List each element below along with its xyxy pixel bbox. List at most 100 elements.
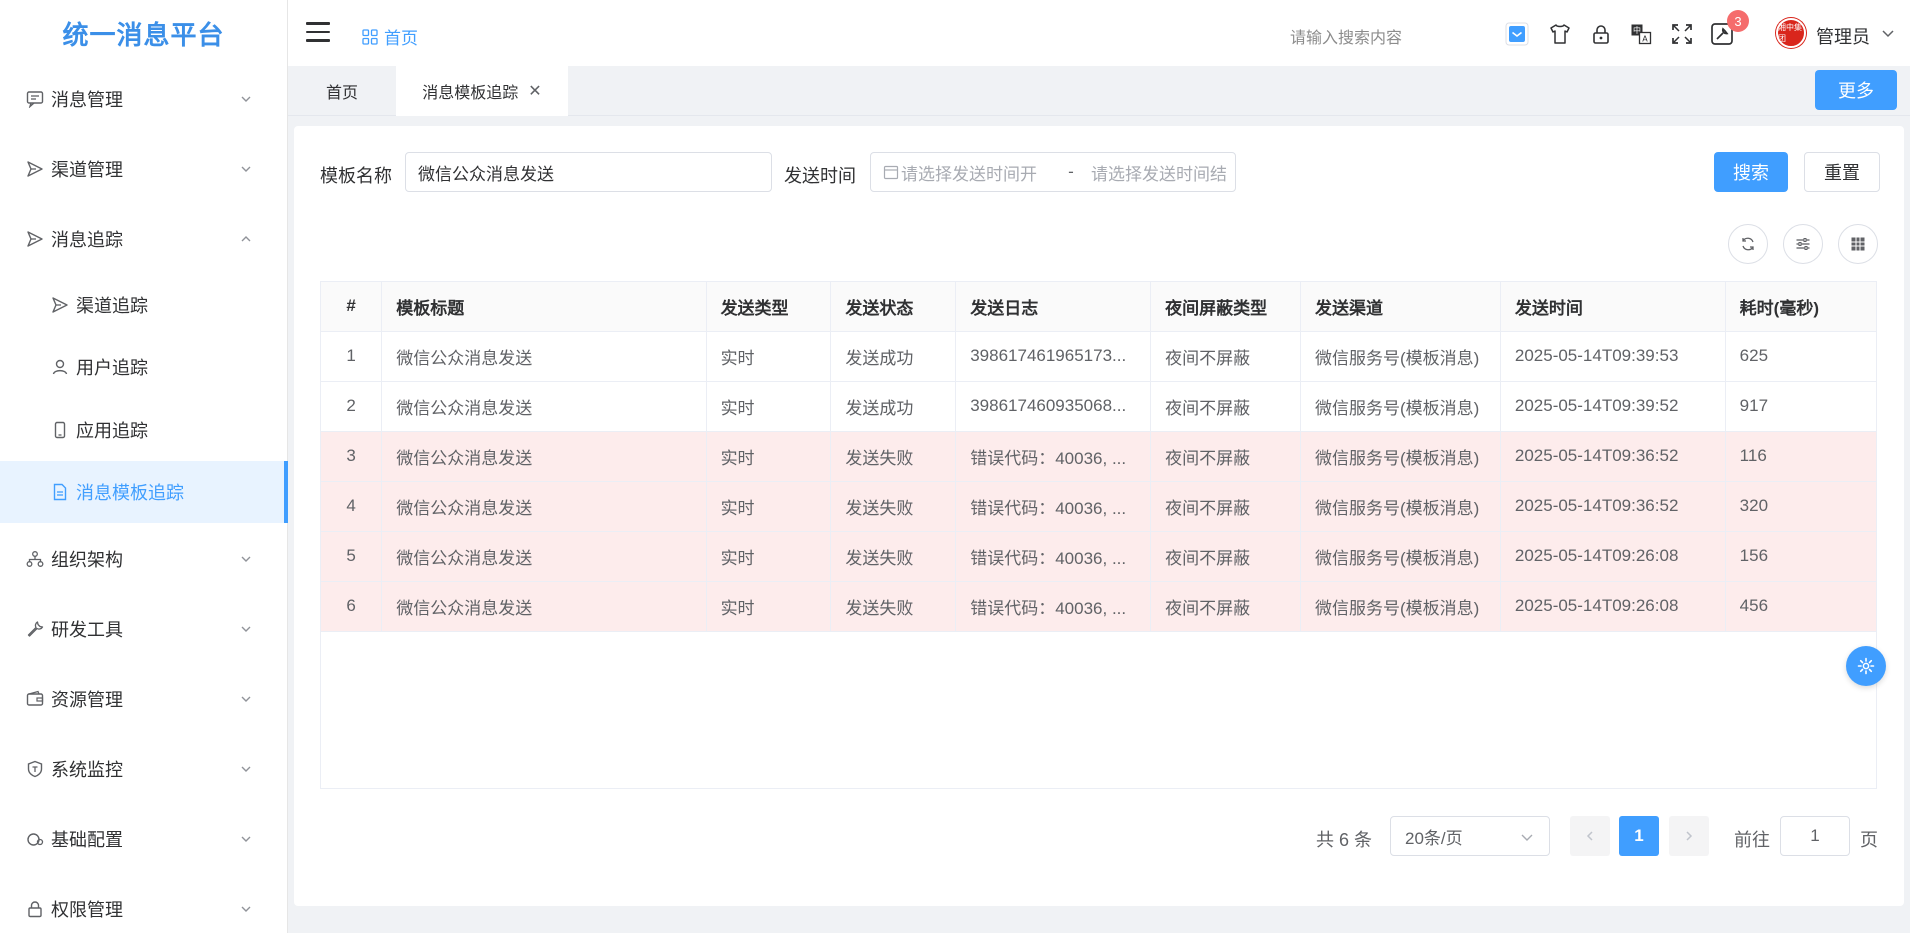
goto-label: 前往 <box>1734 830 1770 850</box>
table-row-failed[interactable]: 4 微信公众消息发送 实时 发送失败 错误代码：40036, ... 夜间不屏蔽… <box>321 481 1876 532</box>
lock-icon <box>25 899 45 919</box>
table-row-failed[interactable]: 6 微信公众消息发送 实时 发送失败 错误代码：40036, ... 夜间不屏蔽… <box>321 581 1876 632</box>
chevron-up-icon <box>241 236 251 242</box>
cell-type: 实时 <box>706 531 832 582</box>
send-time-range-picker[interactable]: 请选择发送时间开 - 请选择发送时间结 <box>870 152 1236 192</box>
cell-log: 错误代码：40036, ... <box>955 531 1152 582</box>
menu-item-label: 渠道追踪 <box>76 296 148 316</box>
cell-log: 错误代码：40036, ... <box>955 431 1152 482</box>
notification-badge: 3 <box>1727 10 1749 32</box>
document-icon <box>50 482 70 502</box>
cell-title: 微信公众消息发送 <box>381 331 707 382</box>
header-search-input[interactable]: 请输入搜索内容 <box>1290 24 1402 48</box>
menu-item-message-management[interactable]: 消息管理 <box>0 68 288 130</box>
close-icon[interactable]: ✕ <box>528 81 541 101</box>
cell-time: 2025-05-14T09:26:08 <box>1500 581 1726 632</box>
send-icon <box>25 229 45 249</box>
cell-type: 实时 <box>706 481 832 532</box>
cell-cost: 116 <box>1725 431 1876 482</box>
table-row-failed[interactable]: 5 微信公众消息发送 实时 发送失败 错误代码：40036, ... 夜间不屏蔽… <box>321 531 1876 582</box>
menu-item-user-tracking[interactable]: 用户追踪 <box>0 336 288 398</box>
more-button[interactable]: 更多 <box>1815 70 1897 110</box>
chevron-down-icon <box>241 906 251 912</box>
cell-cost: 456 <box>1725 581 1876 632</box>
pagination-total: 共 6 条 <box>1316 830 1373 850</box>
cell-night: 夜间不屏蔽 <box>1150 481 1301 532</box>
cell-cost: 320 <box>1725 481 1876 532</box>
column-header: 发送时间 <box>1500 282 1726 332</box>
tab-home[interactable]: 首页 <box>288 66 396 116</box>
search-button[interactable]: 搜索 <box>1714 152 1788 192</box>
language-icon[interactable]: 中A <box>1629 22 1653 46</box>
range-separator: - <box>1068 162 1074 181</box>
page-suffix-label: 页 <box>1860 830 1878 850</box>
menu-item-channel-tracking[interactable]: 渠道追踪 <box>0 274 288 336</box>
chevron-down-icon <box>241 626 251 632</box>
column-header: 发送渠道 <box>1300 282 1501 332</box>
columns-grid-icon[interactable] <box>1838 224 1878 264</box>
chevron-down-icon[interactable] <box>1880 25 1896 41</box>
breadcrumb-home-label: 首页 <box>384 29 418 48</box>
menu-item-message-tracking[interactable]: 消息追踪 <box>0 208 288 270</box>
checkbox-toggle-icon[interactable] <box>1505 22 1529 46</box>
menu-item-permission-management[interactable]: 权限管理 <box>0 878 288 933</box>
next-page-button[interactable] <box>1669 816 1709 856</box>
refresh-icon[interactable] <box>1728 224 1768 264</box>
tracking-table: # 模板标题 发送类型 发送状态 发送日志 夜间屏蔽类型 发送渠道 发送时间 耗… <box>320 281 1877 789</box>
company-avatar[interactable]: 湘中集团 <box>1776 18 1806 48</box>
cell-title: 微信公众消息发送 <box>381 581 707 632</box>
cell-title: 微信公众消息发送 <box>381 531 707 582</box>
table-row-failed[interactable]: 3 微信公众消息发送 实时 发送失败 错误代码：40036, ... 夜间不屏蔽… <box>321 431 1876 482</box>
cell-time: 2025-05-14T09:36:52 <box>1500 481 1726 532</box>
column-header: 模板标题 <box>381 282 707 332</box>
menu-item-label: 系统监控 <box>51 760 123 780</box>
page-size-select[interactable]: 20条/页 <box>1390 816 1550 856</box>
menu-item-basic-config[interactable]: 基础配置 <box>0 808 288 870</box>
theme-shirt-icon[interactable] <box>1548 22 1572 46</box>
breadcrumb-home[interactable]: 首页 <box>362 24 418 49</box>
cell-time: 2025-05-14T09:39:52 <box>1500 381 1726 432</box>
start-date-input[interactable]: 请选择发送时间开 <box>901 160 1051 185</box>
chevron-down-icon <box>241 836 251 842</box>
menu-item-app-tracking[interactable]: 应用追踪 <box>0 399 288 461</box>
menu-item-label: 用户追踪 <box>76 358 148 378</box>
table-row[interactable]: 1 微信公众消息发送 实时 发送成功 398617461965173... 夜间… <box>321 331 1876 382</box>
page-size-value: 20条/页 <box>1405 828 1463 848</box>
menu-item-channel-management[interactable]: 渠道管理 <box>0 138 288 200</box>
menu-item-label: 资源管理 <box>51 690 123 710</box>
template-name-input[interactable]: 微信公众消息发送 <box>405 152 772 192</box>
goto-page-input[interactable]: 1 <box>1780 816 1850 856</box>
user-name[interactable]: 管理员 <box>1816 23 1870 49</box>
cell-channel: 微信服务号(模板消息) <box>1300 331 1501 382</box>
tab-bar: 首页 消息模板追踪 ✕ <box>288 66 1910 116</box>
menu-item-organization[interactable]: 组织架构 <box>0 528 288 590</box>
cell-time: 2025-05-14T09:39:53 <box>1500 331 1726 382</box>
menu-item-label: 渠道管理 <box>51 160 123 180</box>
column-header: 耗时(毫秒) <box>1725 282 1876 332</box>
cell-title: 微信公众消息发送 <box>381 481 707 532</box>
reset-button[interactable]: 重置 <box>1804 152 1880 192</box>
menu-item-template-tracking[interactable]: 消息模板追踪 <box>0 461 288 523</box>
prev-page-button[interactable] <box>1570 816 1610 856</box>
menu-item-system-monitor[interactable]: 系统监控 <box>0 738 288 800</box>
menu-item-resource-management[interactable]: 资源管理 <box>0 668 288 730</box>
chevron-left-icon <box>1586 831 1593 841</box>
menu-toggle-icon[interactable] <box>306 22 330 44</box>
end-date-input[interactable]: 请选择发送时间结 <box>1091 160 1227 185</box>
app-logo-title: 统一消息平台 <box>62 19 225 50</box>
menu-item-label: 应用追踪 <box>76 421 148 441</box>
page-button-current[interactable]: 1 <box>1619 816 1659 856</box>
filter-settings-icon[interactable] <box>1783 224 1823 264</box>
chevron-down-icon <box>1521 834 1533 841</box>
lock-screen-icon[interactable] <box>1589 22 1613 46</box>
cell-status: 发送成功 <box>830 331 957 382</box>
menu-item-label: 消息管理 <box>51 90 123 110</box>
send-icon <box>50 295 70 315</box>
table-row[interactable]: 2 微信公众消息发送 实时 发送成功 398617460935068... 夜间… <box>321 381 1876 432</box>
menu-item-dev-tools[interactable]: 研发工具 <box>0 598 288 660</box>
tab-template-tracking[interactable]: 消息模板追踪 ✕ <box>396 66 568 116</box>
settings-gear-icon[interactable] <box>1846 646 1886 686</box>
wallet-icon <box>25 689 45 709</box>
fullscreen-icon[interactable] <box>1670 22 1694 46</box>
template-name-label: 模板名称 <box>320 166 392 186</box>
